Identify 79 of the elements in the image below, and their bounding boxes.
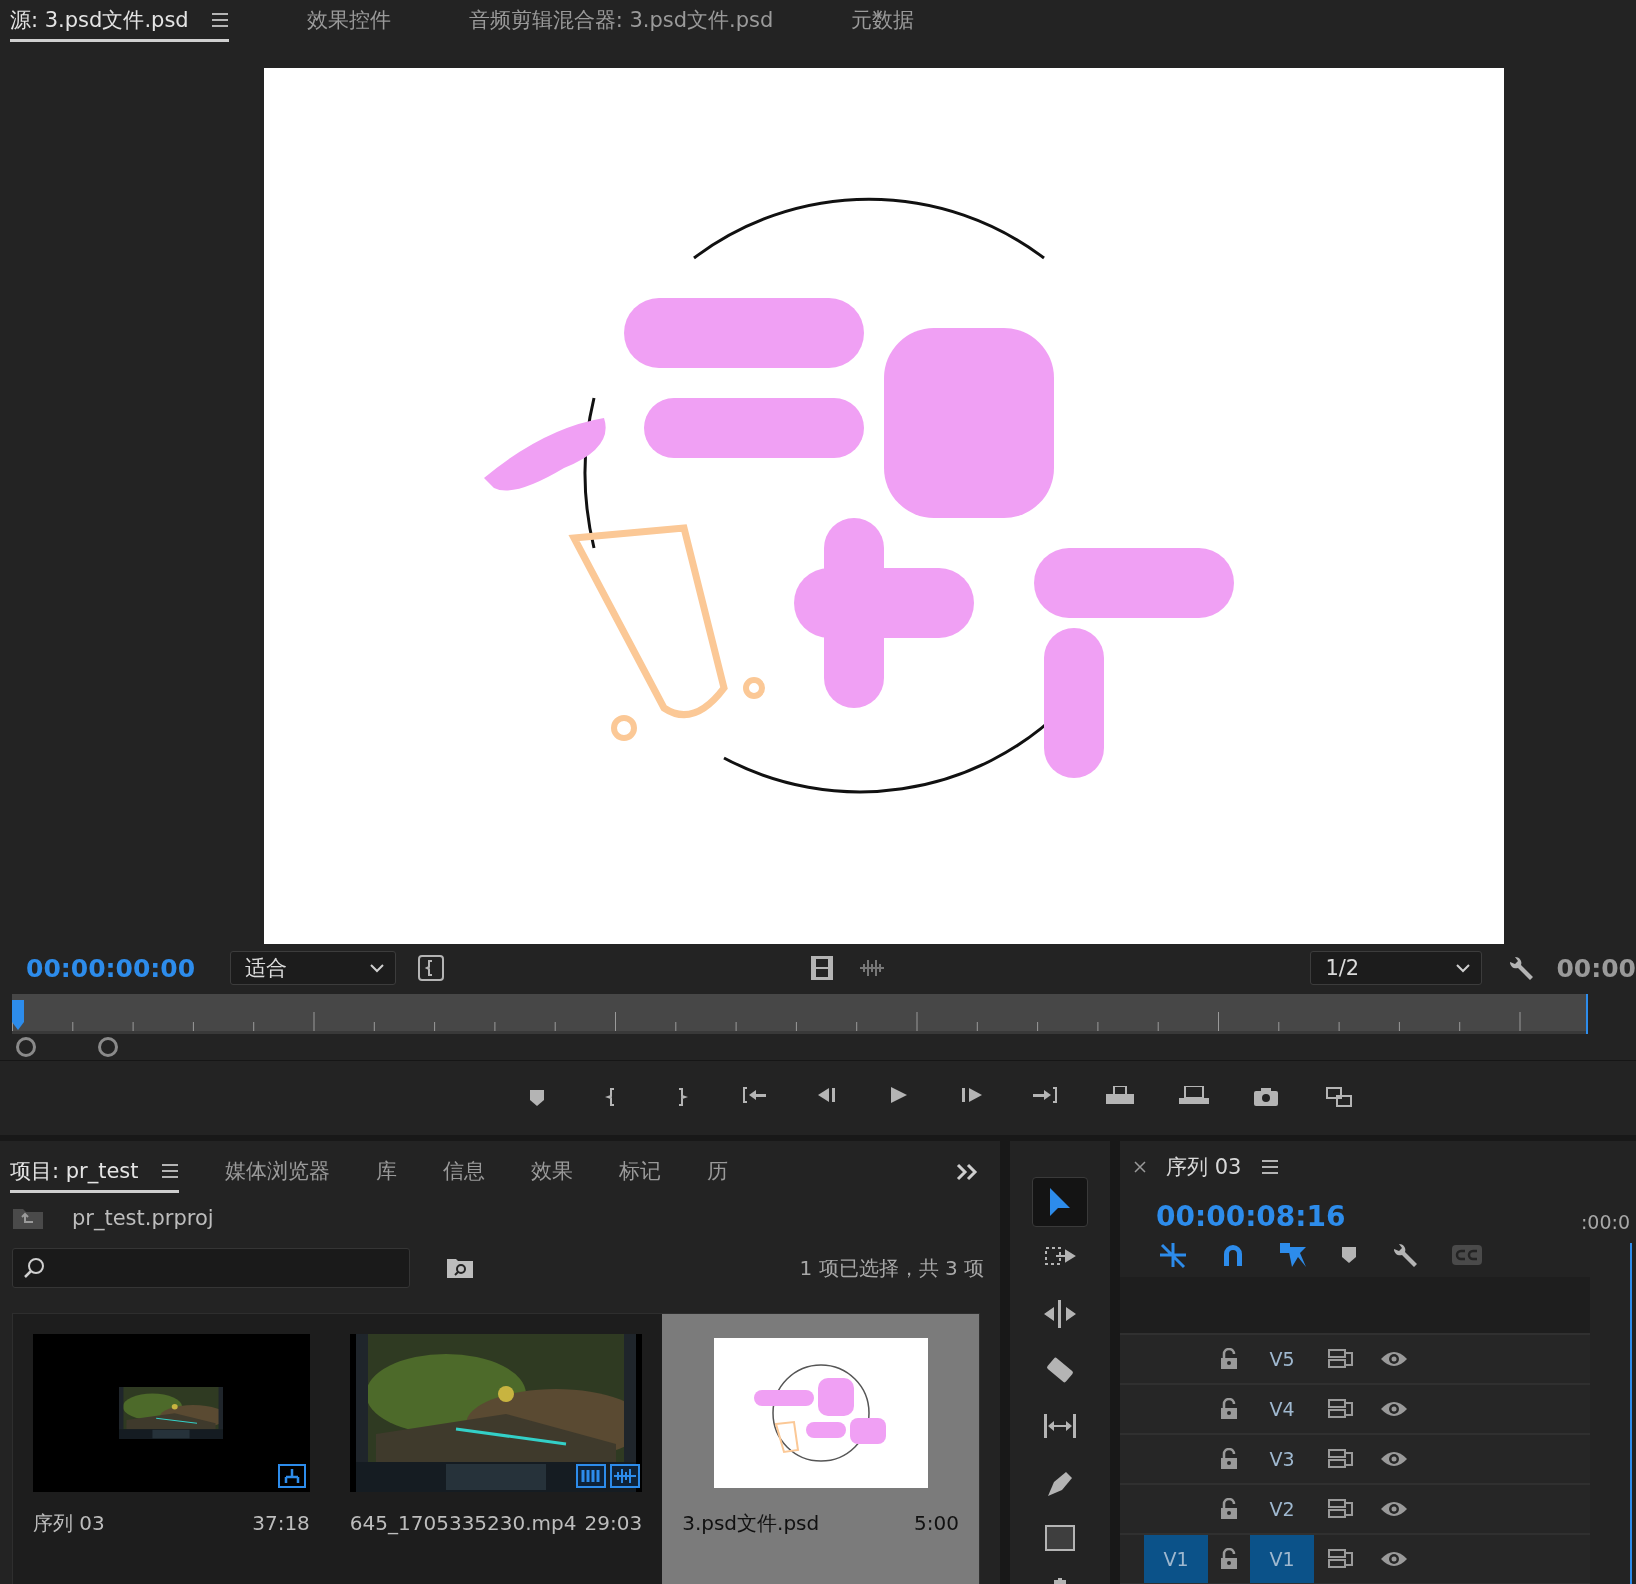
marker-icon[interactable] <box>1341 1246 1357 1264</box>
playhead-icon[interactable] <box>12 1000 24 1032</box>
eye-icon[interactable] <box>1380 1400 1408 1418</box>
sequence-icon <box>277 1464 306 1488</box>
item-name: 序列 03 <box>33 1509 105 1537</box>
zoom-handle[interactable] <box>16 1037 36 1057</box>
track-target[interactable]: V5 <box>1250 1335 1314 1383</box>
eye-icon[interactable] <box>1380 1450 1408 1468</box>
close-icon[interactable] <box>1134 1161 1146 1173</box>
media-item[interactable]: 645_1705335230.mp4 29:03 <box>329 1314 663 1584</box>
sync-lock-icon[interactable] <box>1328 1549 1354 1569</box>
eye-icon[interactable] <box>1380 1550 1408 1568</box>
sync-lock-icon[interactable] <box>1328 1399 1354 1419</box>
panel-tab[interactable]: 音频剪辑混合器: 3.psd文件.psd <box>468 1 774 42</box>
audio-icon <box>610 1464 641 1488</box>
panel-tab[interactable]: 媒体浏览器 <box>224 1152 330 1193</box>
swap-icon <box>1324 1086 1355 1108</box>
item-duration: 29:03 <box>584 1511 643 1535</box>
project-path: pr_test.prproj <box>72 1206 214 1230</box>
chevron-icon <box>1455 963 1472 973</box>
panel-tab[interactable]: 历 <box>706 1152 728 1193</box>
panel-tab[interactable]: 信息 <box>442 1152 485 1193</box>
selection-status: 1 项已选择，共 3 项 <box>799 1254 984 1282</box>
panel-tab[interactable]: 标记 <box>618 1152 661 1193</box>
linked-selection-icon[interactable] <box>1278 1241 1308 1269</box>
media-item[interactable]: 序列 03 37:18 <box>13 1314 330 1584</box>
eye-icon[interactable] <box>1380 1500 1408 1518</box>
panel-tab[interactable]: 项目: pr_test <box>10 1152 179 1193</box>
timecode[interactable]: 00:00:00:00 <box>26 953 230 983</box>
media-item[interactable]: 3.psd文件.psd 5:00 <box>662 1314 979 1584</box>
panel-tab[interactable]: 效果 <box>530 1152 573 1193</box>
mark-in-icon <box>604 1087 615 1107</box>
panel-tab[interactable]: 库 <box>375 1152 397 1193</box>
zoom-dropdown[interactable]: 适合 <box>230 951 396 985</box>
search-icon <box>23 1257 45 1279</box>
item-duration: 37:18 <box>252 1511 310 1535</box>
duration-timecode: 00:00 <box>1556 953 1636 983</box>
menu-icon[interactable] <box>1261 1159 1280 1175</box>
marker-icon <box>528 1087 545 1107</box>
chevron-icon <box>369 963 385 973</box>
source-patch[interactable]: V1 <box>1144 1535 1208 1583</box>
menu-icon[interactable] <box>210 12 229 28</box>
lock-icon[interactable] <box>1220 1548 1238 1570</box>
lock-icon[interactable] <box>1220 1348 1238 1370</box>
ruler-label: :00:0 <box>1580 1211 1630 1233</box>
resolution-dropdown[interactable]: 1/2 <box>1310 951 1483 985</box>
film-icon[interactable] <box>810 955 834 981</box>
item-duration: 5:00 <box>914 1511 959 1535</box>
mark-out-icon <box>677 1087 688 1107</box>
track-target[interactable]: V2 <box>1250 1485 1314 1533</box>
overflow-icon[interactable] <box>956 1163 978 1181</box>
track-target[interactable]: V4 <box>1250 1385 1314 1433</box>
lock-icon[interactable] <box>1220 1398 1238 1420</box>
menu-icon[interactable] <box>160 1163 179 1179</box>
nest-icon[interactable] <box>1158 1241 1188 1269</box>
selection-tool[interactable] <box>1032 1177 1088 1227</box>
panel-tab[interactable]: 元数据 <box>851 1 915 42</box>
sync-lock-icon[interactable] <box>1328 1499 1354 1519</box>
video-icon <box>576 1464 607 1488</box>
bracket-icon[interactable] <box>418 955 444 981</box>
panel-tab[interactable]: 效果控件 <box>306 1 391 42</box>
find-icon[interactable] <box>446 1257 474 1279</box>
folder-up-icon[interactable] <box>12 1206 44 1230</box>
track-target[interactable]: V3 <box>1250 1435 1314 1483</box>
eye-icon[interactable] <box>1380 1350 1408 1368</box>
panel-tab[interactable]: 源: 3.psd文件.psd <box>10 1 229 42</box>
magnet-icon[interactable] <box>1221 1242 1245 1268</box>
sync-lock-icon[interactable] <box>1328 1449 1354 1469</box>
search-field[interactable] <box>12 1248 410 1288</box>
audio-wave-icon[interactable] <box>858 958 886 978</box>
lock-icon[interactable] <box>1220 1448 1238 1470</box>
sync-lock-icon[interactable] <box>1328 1349 1354 1369</box>
timeline-timecode[interactable]: 00:00:08:16 <box>1156 1200 1346 1233</box>
zoom-handle[interactable] <box>98 1037 118 1057</box>
item-name: 645_1705335230.mp4 <box>349 1511 577 1535</box>
item-name: 3.psd文件.psd <box>682 1509 820 1537</box>
sequence-title: 序列 03 <box>1166 1154 1242 1181</box>
track-target[interactable]: V1 <box>1250 1535 1314 1583</box>
lock-icon[interactable] <box>1220 1498 1238 1520</box>
